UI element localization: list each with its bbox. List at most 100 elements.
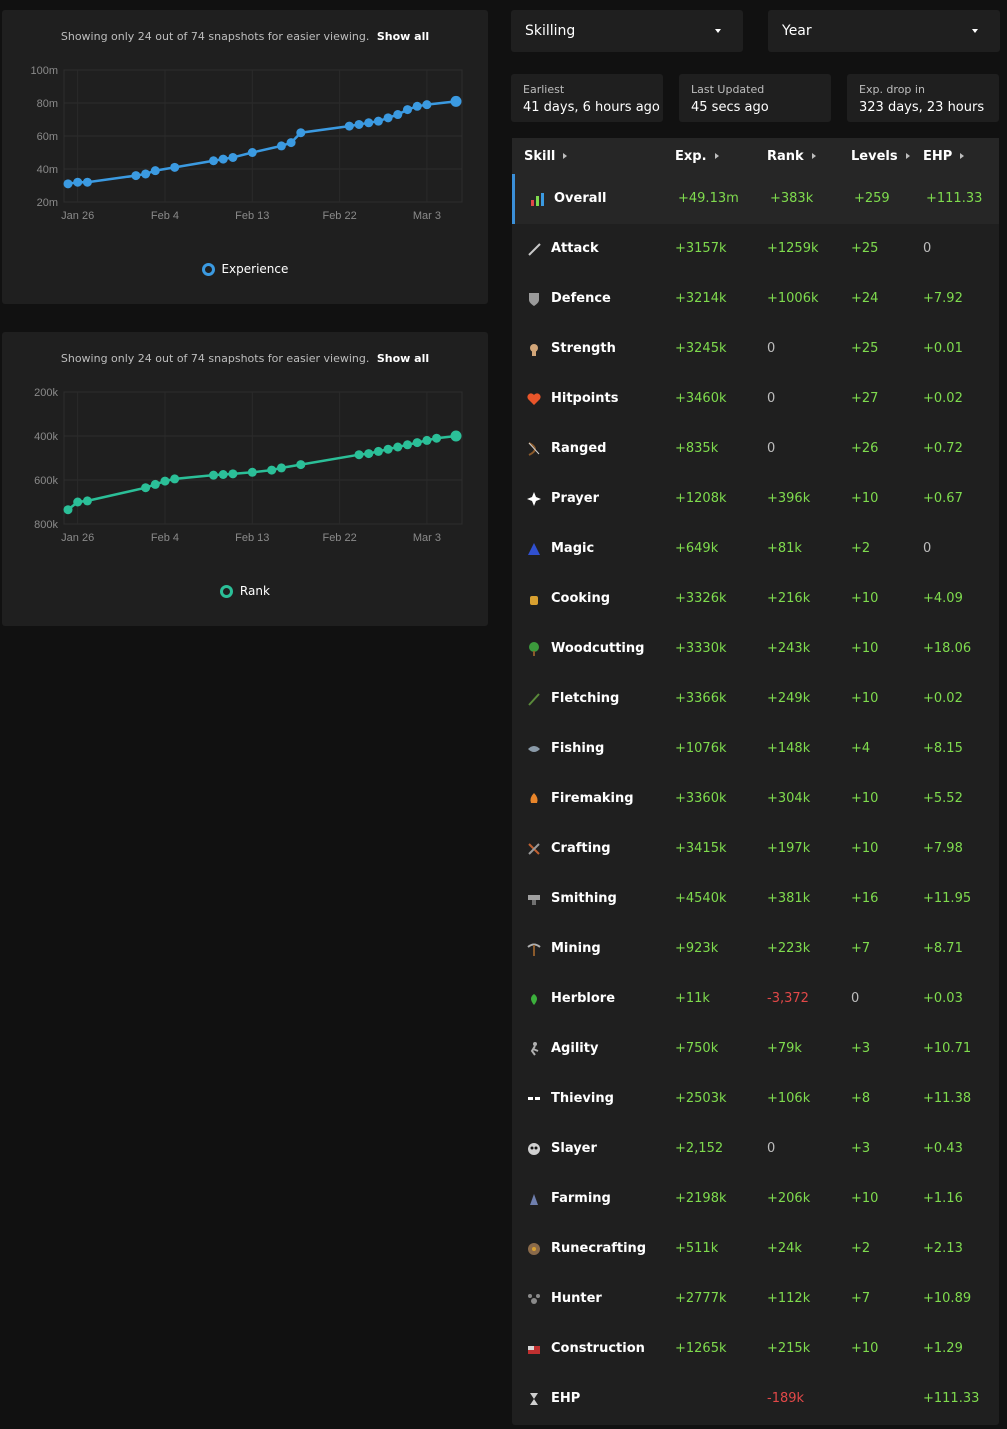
data-point <box>393 442 403 452</box>
table-row[interactable]: Hitpoints +3460k 0 +27 +0.02 <box>512 374 999 424</box>
table-row[interactable]: Firemaking +3360k +304k +10 +5.52 <box>512 774 999 824</box>
rank-cell: +106k <box>767 1091 811 1106</box>
table-row[interactable]: EHP -189k +111.33 <box>512 1374 999 1424</box>
rank-legend[interactable]: Rank <box>2 584 488 598</box>
table-row[interactable]: Farming +2198k +206k +10 +1.16 <box>512 1174 999 1224</box>
table-row[interactable]: Cooking +3326k +216k +10 +4.09 <box>512 574 999 624</box>
exp-cell: +49.13m <box>678 191 739 206</box>
rank-cell: +243k <box>767 641 811 656</box>
sort-rank-header[interactable]: Rank <box>767 149 816 164</box>
legend-label: Rank <box>239 584 270 598</box>
strength-icon <box>526 341 542 357</box>
rank-chart-card: Showing only 24 out of 74 snapshots for … <box>2 332 488 626</box>
exp-cell: +2,152 <box>675 1141 724 1156</box>
exp-cell: +511k <box>675 1241 719 1256</box>
ranged-icon <box>526 441 542 457</box>
data-point <box>209 156 218 166</box>
levels-cell: 0 <box>851 991 860 1006</box>
stat-value: 41 days, 6 hours ago <box>523 100 660 115</box>
y-tick-label: 100m <box>30 65 58 77</box>
ehp-cell: +8.15 <box>923 741 963 756</box>
table-row[interactable]: Construction +1265k +215k +10 +1.29 <box>512 1324 999 1374</box>
data-point <box>422 435 432 445</box>
ehp-cell: +5.52 <box>923 791 963 806</box>
rank-cell: +112k <box>767 1291 811 1306</box>
table-row[interactable]: Herblore +11k -3,372 0 +0.03 <box>512 974 999 1024</box>
legend-marker-icon <box>201 263 215 276</box>
exp-cell: +3415k <box>675 841 727 856</box>
overall-icon <box>529 191 545 207</box>
y-tick-label: 40m <box>37 164 58 176</box>
table-row[interactable]: Fishing +1076k +148k +4 +8.15 <box>512 724 999 774</box>
exp-cell: +3157k <box>675 241 727 256</box>
sort-skill-header[interactable]: Skill <box>524 149 568 164</box>
table-row[interactable]: Attack +3157k +1259k +25 0 <box>512 224 999 274</box>
period-select[interactable]: Year <box>768 10 1000 52</box>
data-point <box>432 433 442 443</box>
rank-cell: +216k <box>767 591 811 606</box>
sort-levels-header[interactable]: Levels <box>851 149 910 164</box>
levels-cell: +25 <box>851 341 879 356</box>
ehp-cell: 0 <box>923 541 932 556</box>
skill-name: Strength <box>551 341 616 356</box>
caret-down-icon <box>715 29 721 33</box>
skill-name: Magic <box>551 541 595 556</box>
table-row[interactable]: Fletching +3366k +249k +10 +0.02 <box>512 674 999 724</box>
x-tick-label: Mar 3 <box>413 532 441 544</box>
skill-name: Fletching <box>551 691 620 706</box>
table-row[interactable]: Agility +750k +79k +3 +10.71 <box>512 1024 999 1074</box>
data-point <box>403 440 412 450</box>
table-row[interactable]: Smithing +4540k +381k +16 +11.95 <box>512 874 999 924</box>
table-row[interactable]: Mining +923k +223k +7 +8.71 <box>512 924 999 974</box>
attack-icon <box>526 241 542 257</box>
exp-cell: +649k <box>675 541 719 556</box>
ehp-cell: +10.71 <box>923 1041 972 1056</box>
sort-arrow-icon <box>563 153 568 159</box>
table-row[interactable]: Ranged +835k 0 +26 +0.72 <box>512 424 999 474</box>
exp-cell: +3245k <box>675 341 727 356</box>
table-row[interactable]: Runecrafting +511k +24k +2 +2.13 <box>512 1224 999 1274</box>
rank-cell: +79k <box>767 1041 802 1056</box>
data-point <box>63 505 73 515</box>
data-point <box>276 141 286 151</box>
table-row[interactable]: Strength +3245k 0 +25 +0.01 <box>512 324 999 374</box>
data-point <box>393 110 403 120</box>
data-point <box>383 444 393 454</box>
sort-exp-header[interactable]: Exp. <box>675 149 719 164</box>
table-row[interactable]: Overall +49.13m +383k +259 +111.33 <box>512 174 999 224</box>
rank-cell: +223k <box>767 941 811 956</box>
data-point <box>344 121 354 131</box>
table-row[interactable]: Slayer +2,152 0 +3 +0.43 <box>512 1124 999 1174</box>
ehp-cell: +11.38 <box>923 1091 972 1106</box>
levels-cell: +259 <box>854 191 890 206</box>
table-row[interactable]: Hunter +2777k +112k +7 +10.89 <box>512 1274 999 1324</box>
sort-ehp-header[interactable]: EHP <box>923 149 965 164</box>
table-row[interactable]: Crafting +3415k +197k +10 +7.98 <box>512 824 999 874</box>
rank-cell: +304k <box>767 791 811 806</box>
table-row[interactable]: Thieving +2503k +106k +8 +11.38 <box>512 1074 999 1124</box>
table-row[interactable]: Magic +649k +81k +2 0 <box>512 524 999 574</box>
x-tick-label: Feb 22 <box>322 210 356 222</box>
table-row[interactable]: Defence +3214k +1006k +24 +7.92 <box>512 274 999 324</box>
ehp-cell: +0.03 <box>923 991 963 1006</box>
rank-cell: +381k <box>767 891 811 906</box>
levels-cell: +16 <box>851 891 879 906</box>
metric-select[interactable]: Skilling <box>511 10 743 52</box>
ehp-cell: +0.43 <box>923 1141 963 1156</box>
ehp-cell: +11.95 <box>923 891 972 906</box>
table-row[interactable]: Woodcutting +3330k +243k +10 +18.06 <box>512 624 999 674</box>
rank-cell: -189k <box>767 1391 805 1406</box>
experience-legend[interactable]: Experience <box>2 262 488 276</box>
skill-name: Hitpoints <box>551 391 619 406</box>
ehp-cell: +18.06 <box>923 641 972 656</box>
table-row[interactable]: Prayer +1208k +396k +10 +0.67 <box>512 474 999 524</box>
data-point <box>403 105 412 115</box>
data-point <box>422 100 432 110</box>
exp-cell: +2777k <box>675 1291 727 1306</box>
levels-cell: +7 <box>851 1291 871 1306</box>
exp-cell: +923k <box>675 941 719 956</box>
x-tick-label: Feb 4 <box>151 210 179 222</box>
levels-cell: +3 <box>851 1041 871 1056</box>
data-point <box>228 469 238 479</box>
skill-name: Slayer <box>551 1141 597 1156</box>
